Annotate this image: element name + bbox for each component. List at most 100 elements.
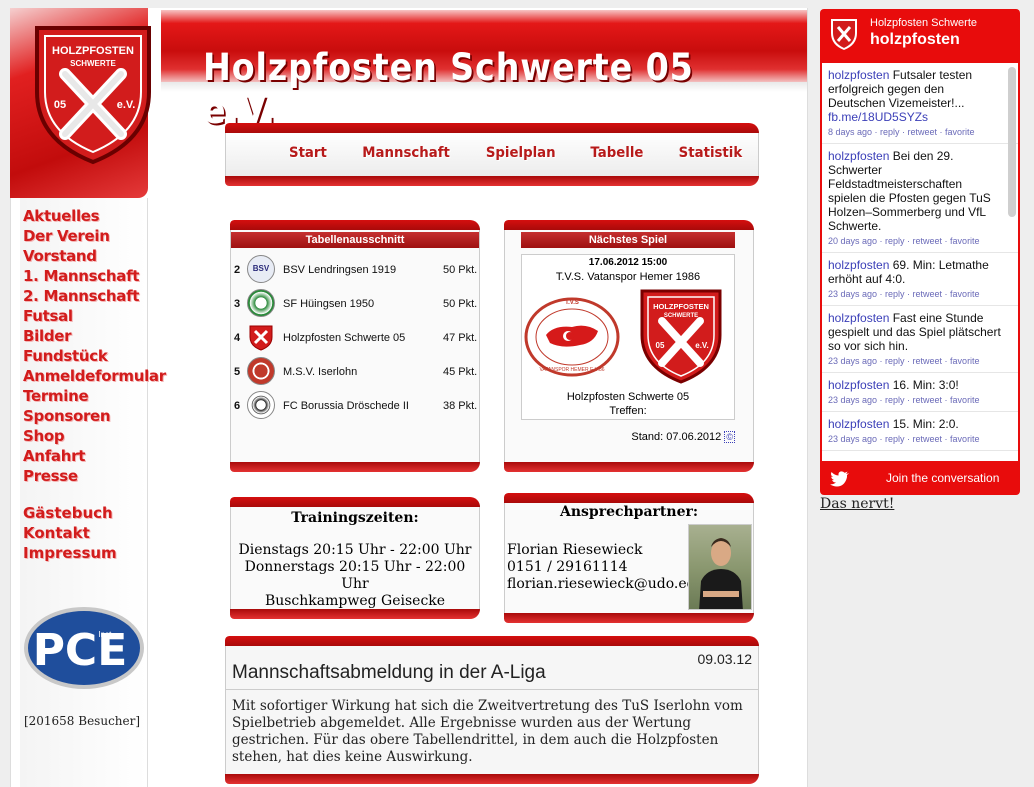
nav-mannschaft[interactable]: Mannschaft	[362, 145, 450, 161]
table-points: 50 Pkt.	[443, 264, 478, 276]
sidebar-item-anfahrt[interactable]: Anfahrt	[23, 446, 166, 466]
tweet: holzpfosten Futsaler testen erfolgreich …	[822, 63, 1018, 144]
panel-bottom-border	[230, 462, 480, 472]
top-nav: Start Mannschaft Spielplan Tabelle Stati…	[225, 123, 759, 186]
sidebar-item-shop[interactable]: Shop	[23, 426, 166, 446]
sidebar-item-sponsoren[interactable]: Sponsoren	[23, 406, 166, 426]
sidebar-nav: Aktuelles Der Verein Vorstand 1. Mannsch…	[23, 206, 166, 486]
bsv-crest-icon: BSV	[247, 255, 275, 283]
sidebar-item-bilder[interactable]: Bilder	[23, 326, 166, 346]
panel-bottom-border	[225, 176, 759, 186]
training-line: Buschkampweg Geisecke	[264, 593, 446, 609]
tweet-user[interactable]: holzpfosten	[828, 417, 889, 431]
news-divider	[226, 689, 758, 690]
table-points: 50 Pkt.	[443, 298, 478, 310]
das-nervt-link[interactable]: Das nervt!	[820, 496, 894, 512]
sidebar-item-2-mannschaft[interactable]: 2. Mannschaft	[23, 286, 166, 306]
borussia-crest-icon	[247, 391, 275, 419]
table-team[interactable]: Holzpfosten Schwerte 05	[283, 332, 405, 344]
tweet: holzpfosten 15. Min: 2:0. 23 days ago · …	[822, 412, 1018, 451]
logo-text-sub: SCHWERTE	[70, 59, 116, 68]
sidebar-item-fundstueck[interactable]: Fundstück	[23, 346, 166, 366]
sidebar-item-impressum[interactable]: Impressum	[23, 543, 117, 563]
table-position: 2	[234, 264, 241, 276]
sidebar-item-presse[interactable]: Presse	[23, 466, 166, 486]
table-team[interactable]: BSV Lendringsen 1919	[283, 264, 396, 276]
league-table-title: Tabellenausschnitt	[231, 232, 479, 248]
twitter-scrollbar[interactable]	[1008, 67, 1016, 217]
panel-bottom-border	[504, 613, 754, 623]
panel-top-border	[504, 493, 754, 503]
match-meeting: Treffen:	[609, 405, 647, 417]
pce-sponsor-logo-icon[interactable]: PCE Inst.	[22, 605, 146, 691]
nav-statistik[interactable]: Statistik	[679, 145, 743, 161]
tweet-meta[interactable]: 8 days ago · reply · retweet · favorite	[828, 125, 1002, 139]
tweet-meta[interactable]: 20 days ago · reply · retweet · favorite	[828, 234, 1002, 248]
table-position: 3	[234, 298, 241, 310]
table-row: 4 Holzpfosten Schwerte 05 47 Pkt.	[231, 320, 479, 354]
tweet-meta[interactable]: 23 days ago · reply · retweet · favorite	[828, 393, 1002, 407]
tweet-user[interactable]: holzpfosten	[828, 258, 889, 272]
next-match-box: Nächstes Spiel 17.06.2012 15:00 T.V.S. V…	[504, 220, 754, 472]
tweet-user[interactable]: holzpfosten	[828, 311, 889, 325]
sidebar-item-anmeldeformular[interactable]: Anmeldeformular	[23, 366, 166, 386]
table-position: 5	[234, 366, 241, 378]
twitter-handle[interactable]: holzpfosten	[870, 31, 960, 49]
logo-text-right: e.V.	[117, 99, 136, 111]
contact-name: Florian Riesewieck	[507, 542, 643, 558]
tweet-user[interactable]: holzpfosten	[828, 68, 889, 82]
join-conversation-link[interactable]: Join the conversation	[886, 471, 999, 485]
table-team[interactable]: SF Hüingsen 1950	[283, 298, 374, 310]
copyright-icon[interactable]: ©	[724, 431, 735, 443]
panel-top-border	[504, 220, 754, 230]
news-title[interactable]: Mannschaftsabmeldung in der A-Liga	[232, 662, 546, 684]
contact-box: Ansprechpartner: Florian Riesewieck 0151…	[504, 493, 754, 623]
contact-email[interactable]: florian.riesewieck@udo.edu	[507, 576, 705, 593]
match-home-team: Holzpfosten Schwerte 05	[566, 391, 690, 403]
sidebar-item-der-verein[interactable]: Der Verein	[23, 226, 166, 246]
table-row: 6 FC Borussia Dröschede II 38 Pkt.	[231, 388, 479, 422]
tweet: holzpfosten Bei den 29. Schwerter Feldst…	[822, 144, 1018, 253]
table-points: 38 Pkt.	[443, 400, 478, 412]
club-logo-icon[interactable]: HOLZPFOSTEN SCHWERTE 05 e.V.	[33, 22, 153, 168]
sidebar-item-gaestebuch[interactable]: Gästebuch	[23, 503, 117, 523]
sidebar-item-futsal[interactable]: Futsal	[23, 306, 166, 326]
logo-text-left: 05	[54, 99, 66, 111]
contact-info: Florian Riesewieck 0151 / 29161114 flori…	[507, 542, 705, 593]
panel-top-border	[225, 636, 759, 646]
sidebar-item-aktuelles[interactable]: Aktuelles	[23, 206, 166, 226]
sidebar-item-vorstand[interactable]: Vorstand	[23, 246, 166, 266]
table-row: 3 SF Hüingsen 1950 50 Pkt.	[231, 286, 479, 320]
next-match-card: 17.06.2012 15:00 T.V.S. Vatanspor Hemer …	[521, 254, 735, 420]
panel-top-border	[230, 497, 480, 507]
tweet-text: 16. Min: 3:0!	[889, 378, 959, 392]
twitter-account-name[interactable]: Holzpfosten Schwerte	[870, 17, 977, 29]
panel-top-border	[230, 220, 480, 230]
twitter-bird-icon	[830, 471, 849, 487]
tweet: holzpfosten 16. Min: 3:0! 23 days ago · …	[822, 373, 1018, 412]
sidebar-item-termine[interactable]: Termine	[23, 386, 166, 406]
nav-spielplan[interactable]: Spielplan	[486, 145, 556, 161]
nav-start[interactable]: Start	[289, 145, 327, 161]
nav-tabelle[interactable]: Tabelle	[591, 145, 644, 161]
table-row: 5 M.S.V. Iserlohn 45 Pkt.	[231, 354, 479, 388]
msv-crest-icon	[247, 357, 275, 385]
contact-title: Ansprechpartner:	[559, 504, 699, 520]
sidebar-item-kontakt[interactable]: Kontakt	[23, 523, 117, 543]
tweet-user[interactable]: holzpfosten	[828, 378, 889, 392]
vatanspor-logo-ring-text: VATANSPOR HEMER E.V.86	[539, 367, 604, 373]
tweet-user[interactable]: holzpfosten	[828, 149, 889, 163]
club-logo-small-icon	[831, 19, 857, 50]
logo-text-top: HOLZPFOSTEN	[52, 45, 134, 57]
table-team[interactable]: FC Borussia Dröschede II	[283, 400, 409, 412]
twitter-feed: holzpfosten Futsaler testen erfolgreich …	[822, 63, 1018, 461]
holzpfosten-logo-icon: HOLZPFOSTEN SCHWERTE 05 e.V.	[640, 289, 722, 384]
tweet-meta[interactable]: 23 days ago · reply · retweet · favorite	[828, 287, 1002, 301]
table-team[interactable]: M.S.V. Iserlohn	[283, 366, 357, 378]
match-datetime: 17.06.2012 15:00	[588, 257, 668, 268]
tweet-meta[interactable]: 23 days ago · reply · retweet · favorite	[828, 432, 1002, 446]
sidebar-item-1-mannschaft[interactable]: 1. Mannschaft	[23, 266, 166, 286]
tweet-link[interactable]: fb.me/18UD5SYZs	[828, 110, 928, 124]
logo-text-top: HOLZPFOSTEN	[653, 302, 709, 311]
tweet-meta[interactable]: 23 days ago · reply · retweet · favorite	[828, 354, 1002, 368]
